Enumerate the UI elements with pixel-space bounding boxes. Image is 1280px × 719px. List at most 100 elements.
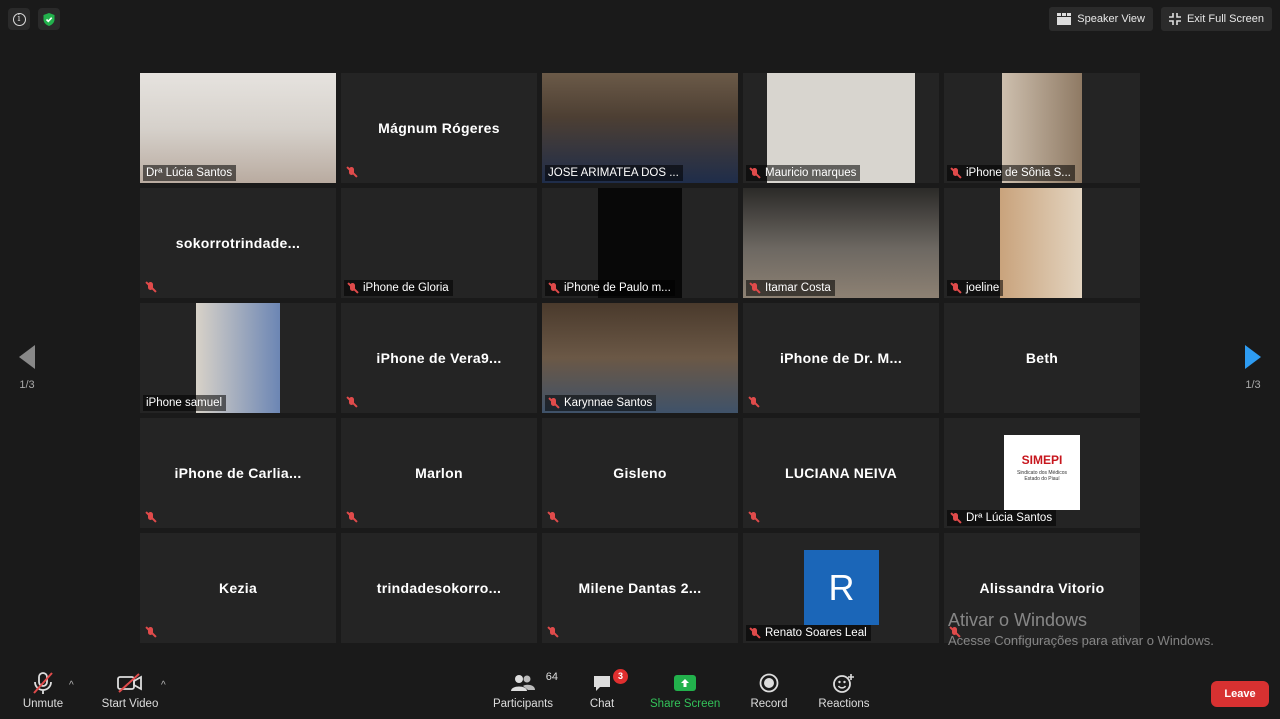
participant-tile[interactable]: iPhone samuel <box>140 303 336 413</box>
participant-tile[interactable]: R Renato Soares Leal <box>743 533 939 643</box>
speaker-view-label: Speaker View <box>1077 13 1145 25</box>
participant-tile[interactable]: LUCIANA NEIVA <box>743 418 939 528</box>
reactions-button[interactable]: Reactions <box>816 669 872 710</box>
participant-tile[interactable]: Itamar Costa <box>743 188 939 298</box>
muted-microphone-icon <box>548 282 560 294</box>
participants-count: 64 <box>545 671 558 683</box>
participant-tile[interactable]: Karynnae Santos <box>542 303 738 413</box>
participant-name: iPhone de Vera9... <box>376 350 502 366</box>
share-screen-label: Share Screen <box>650 698 721 710</box>
participant-name-text: Mauricio marques <box>765 167 857 179</box>
leave-meeting-button[interactable]: Leave <box>1211 681 1269 707</box>
windows-activation-watermark: Ativar o Windows Acesse Configurações pa… <box>948 610 1214 648</box>
participant-name-label: joeline <box>947 280 1004 296</box>
speaker-view-button[interactable]: Speaker View <box>1049 7 1153 31</box>
muted-microphone-icon <box>547 626 559 638</box>
muted-microphone-icon <box>145 626 157 638</box>
avatar-letter: R <box>828 566 855 608</box>
muted-microphone-icon <box>749 282 761 294</box>
share-screen-button[interactable]: Share Screen <box>650 669 720 710</box>
next-page-button[interactable]: 1/3 <box>1238 345 1268 391</box>
participant-name: Mágnum Rógeres <box>378 120 500 136</box>
muted-microphone-icon <box>346 166 358 178</box>
gallery-grid: Drª Lúcia Santos Mágnum Rógeres JOSE ARIMA… <box>140 73 1140 644</box>
participant-name-text: Itamar Costa <box>765 282 831 294</box>
participant-avatar: R <box>804 550 879 625</box>
participant-tile[interactable]: iPhone de Sônia S... <box>944 73 1140 183</box>
participant-tile[interactable]: iPhone de Paulo m... <box>542 188 738 298</box>
participant-tile[interactable]: iPhone de Gloria <box>341 188 537 298</box>
shield-icon <box>43 12 55 26</box>
microphone-muted-icon <box>33 672 53 694</box>
muted-microphone-icon <box>145 511 157 523</box>
participant-name-label: Mauricio marques <box>746 165 861 181</box>
participant-tile[interactable]: JOSE ARIMATEA DOS ... <box>542 73 738 183</box>
participant-name-label: Itamar Costa <box>746 280 835 296</box>
exit-full-screen-icon <box>1168 13 1181 25</box>
participant-name-text: JOSE ARIMATEA DOS ... <box>548 167 679 179</box>
participants-label: Participants <box>492 698 554 710</box>
participant-name: trindadesokorro... <box>376 580 502 596</box>
participant-name-label: iPhone de Gloria <box>344 280 453 296</box>
start-video-button[interactable]: Start Video <box>100 669 160 710</box>
participants-button[interactable]: 64 Participants <box>490 669 558 710</box>
chat-button[interactable]: 3 Chat <box>584 669 628 710</box>
participant-tile[interactable]: Marlon <box>341 418 537 528</box>
participant-name: LUCIANA NEIVA <box>784 465 897 481</box>
top-right-controls: Speaker View Exit Full Screen <box>1049 7 1272 31</box>
participant-tile[interactable]: joeline <box>944 188 1140 298</box>
participant-name-label: iPhone samuel <box>143 395 227 411</box>
participant-name-label: Drª Lúcia Santos <box>143 165 237 181</box>
participant-tile[interactable]: trindadesokorro... <box>341 533 537 643</box>
participant-name-label: Renato Soares Leal <box>746 625 871 641</box>
participant-tile[interactable]: iPhone de Dr. M... <box>743 303 939 413</box>
participant-name-text: iPhone de Paulo m... <box>564 282 671 294</box>
participant-name-label: iPhone de Paulo m... <box>545 280 675 296</box>
muted-microphone-icon <box>950 167 962 179</box>
arrow-right-icon <box>1245 345 1261 369</box>
participant-tile[interactable]: Beth <box>944 303 1140 413</box>
video-options-caret-icon[interactable]: ^ <box>161 680 166 691</box>
page-indicator-left: 1/3 <box>19 379 35 391</box>
info-icon: i <box>12 12 26 26</box>
muted-microphone-icon <box>748 511 760 523</box>
chat-unread-badge: 3 <box>613 669 628 684</box>
muted-microphone-icon <box>749 627 761 639</box>
share-screen-icon <box>674 675 696 691</box>
start-video-label: Start Video <box>101 698 159 710</box>
participant-tile[interactable]: SIMEPI Sindicato dos Médicos Estado do P… <box>944 418 1140 528</box>
previous-page-button[interactable]: 1/3 <box>12 345 42 391</box>
participant-tile[interactable]: Kezia <box>140 533 336 643</box>
zoom-meeting-window: i Speaker View Exit Full Screen 1/3 1/3 … <box>0 0 1280 719</box>
participant-name: Kezia <box>218 580 258 596</box>
muted-microphone-icon <box>548 397 560 409</box>
logo-text: SIMEPI <box>1021 453 1063 467</box>
record-icon <box>759 673 779 693</box>
participant-tile[interactable]: iPhone de Vera9... <box>341 303 537 413</box>
exit-full-screen-button[interactable]: Exit Full Screen <box>1160 7 1272 31</box>
participant-name: Gisleno <box>613 465 667 481</box>
participant-tile[interactable]: Drª Lúcia Santos <box>140 73 336 183</box>
muted-microphone-icon <box>347 282 359 294</box>
unmute-button[interactable]: Unmute <box>18 669 68 710</box>
reactions-label: Reactions <box>818 698 870 710</box>
participant-tile[interactable]: iPhone de Carlia... <box>140 418 336 528</box>
meeting-info-button[interactable]: i <box>8 8 30 30</box>
participant-tile[interactable]: sokorrotrindade... <box>140 188 336 298</box>
participant-name-label: iPhone de Sônia S... <box>947 165 1075 181</box>
participant-tile[interactable]: Mágnum Rógeres <box>341 73 537 183</box>
participant-name: Beth <box>1025 350 1059 366</box>
participant-name: sokorrotrindade... <box>175 235 301 251</box>
security-shield-button[interactable] <box>38 8 60 30</box>
muted-microphone-icon <box>547 511 559 523</box>
participant-name-label: Karynnae Santos <box>545 395 657 411</box>
audio-options-caret-icon[interactable]: ^ <box>69 680 74 691</box>
record-button[interactable]: Record <box>748 669 790 710</box>
watermark-title: Ativar o Windows <box>948 610 1088 630</box>
participant-name-label: JOSE ARIMATEA DOS ... <box>545 165 683 181</box>
participant-name-text: iPhone samuel <box>146 397 223 409</box>
participant-tile[interactable]: Mauricio marques <box>743 73 939 183</box>
participant-tile[interactable]: Gisleno <box>542 418 738 528</box>
participant-name: Alissandra Vitorio <box>979 580 1105 596</box>
participant-tile[interactable]: Milene Dantas 2... <box>542 533 738 643</box>
